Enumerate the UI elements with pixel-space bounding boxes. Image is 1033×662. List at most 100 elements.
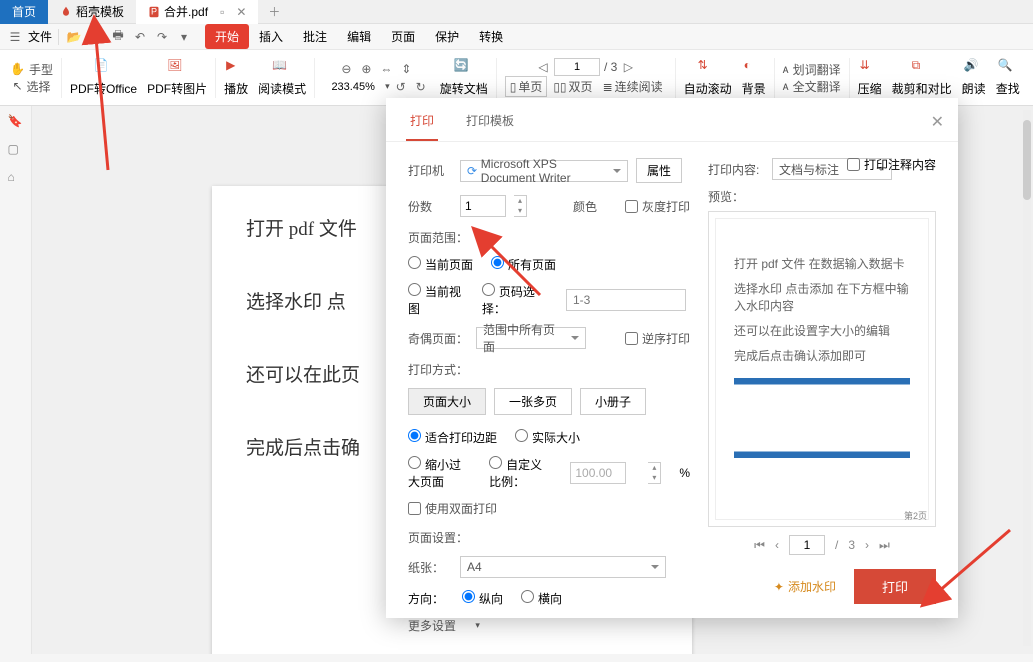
- scrollbar[interactable]: [1023, 110, 1031, 646]
- outline-icon[interactable]: ⌂: [8, 170, 24, 186]
- pdf-to-image-button[interactable]: 🖼PDF转图片: [143, 56, 211, 99]
- mode-booklet[interactable]: 小册子: [580, 388, 646, 415]
- zoom-out-icon[interactable]: ⊖: [337, 60, 355, 78]
- svg-text:P: P: [151, 6, 157, 16]
- open-icon[interactable]: 📂: [65, 28, 83, 46]
- radio-custom-scale[interactable]: 自定义比例：: [489, 456, 552, 490]
- dropdown-icon[interactable]: ▾: [175, 28, 193, 46]
- file-menu[interactable]: 文件: [28, 28, 52, 45]
- menu-tab-annotate[interactable]: 批注: [293, 24, 337, 49]
- first-page-icon[interactable]: ⏮: [754, 538, 765, 553]
- print-mode-title: 打印方式：: [408, 361, 690, 378]
- print-button[interactable]: 打印: [854, 569, 936, 604]
- close-icon[interactable]: ✕: [931, 112, 944, 132]
- page-total: / 3: [604, 60, 617, 74]
- read-mode-button[interactable]: 📖阅读模式: [254, 56, 310, 99]
- full-translate-button[interactable]: ᴀ全文翻译: [783, 78, 841, 95]
- menu-tab-start[interactable]: 开始: [205, 24, 249, 49]
- rotate-doc-button[interactable]: 🔄旋转文档: [436, 56, 492, 99]
- tab-document[interactable]: P 合并.pdf ▫ ✕: [136, 0, 258, 24]
- word-translate-button[interactable]: ᴀ划词翻译: [783, 61, 841, 78]
- play-button[interactable]: ▶播放: [220, 56, 252, 99]
- pager-input[interactable]: [789, 535, 825, 555]
- odd-even-select[interactable]: 范围中所有页面: [476, 327, 586, 349]
- rotate-left-icon[interactable]: ↺: [392, 78, 410, 96]
- compress-button[interactable]: ⇊压缩: [854, 56, 886, 99]
- print-comments-checkbox[interactable]: 打印注释内容: [847, 156, 936, 173]
- scroll-thumb[interactable]: [1023, 120, 1031, 200]
- radio-current-page[interactable]: 当前页面: [408, 256, 473, 273]
- tab-home[interactable]: 首页: [0, 0, 48, 24]
- radio-landscape[interactable]: 横向: [521, 590, 562, 607]
- read-aloud-button[interactable]: 🔊朗读: [958, 56, 990, 99]
- menu-tab-insert[interactable]: 插入: [249, 24, 293, 49]
- scale-input[interactable]: [570, 462, 626, 484]
- page-range-input[interactable]: [566, 289, 686, 311]
- menu-tab-protect[interactable]: 保护: [425, 24, 469, 49]
- mode-multi-page[interactable]: 一张多页: [494, 388, 572, 415]
- radio-all-pages[interactable]: 所有页面: [491, 256, 556, 273]
- page-input[interactable]: [554, 58, 600, 76]
- menu-tab-edit[interactable]: 编辑: [337, 24, 381, 49]
- radio-actual-size[interactable]: 实际大小: [515, 429, 580, 446]
- color-label: 颜色: [573, 198, 617, 215]
- copies-spinner[interactable]: ▴▾: [514, 195, 527, 217]
- undo-icon[interactable]: ↶: [131, 28, 149, 46]
- last-page-icon[interactable]: ⏭: [879, 538, 890, 553]
- close-icon[interactable]: ✕: [236, 5, 246, 19]
- double-page-button[interactable]: ▯▯双页: [549, 76, 596, 97]
- scale-spinner[interactable]: ▴▾: [648, 462, 661, 484]
- radio-current-view[interactable]: 当前视图: [408, 283, 464, 317]
- mode-fit-size[interactable]: 页面大小: [408, 388, 486, 415]
- menu-tab-convert[interactable]: 转换: [469, 24, 513, 49]
- crop-button[interactable]: ⧉裁剪和对比: [888, 56, 956, 99]
- radio-fit-margin[interactable]: 适合打印边距: [408, 429, 497, 446]
- next-page-icon[interactable]: ▷: [619, 58, 637, 76]
- menu-icon[interactable]: ☰: [6, 28, 24, 46]
- radio-portrait[interactable]: 纵向: [462, 590, 503, 607]
- autoscroll-button[interactable]: ⇅自动滚动: [680, 56, 736, 99]
- background-button[interactable]: ◐背景: [738, 56, 770, 99]
- printer-select[interactable]: ⟳ Microsoft XPS Document Writer: [460, 160, 628, 182]
- radio-page-select[interactable]: 页码选择：: [482, 283, 548, 317]
- zoom-dropdown-icon[interactable]: ▾: [385, 81, 390, 92]
- tab-template[interactable]: 稻壳模板: [48, 0, 136, 24]
- zoom-input[interactable]: [323, 81, 383, 93]
- zoom-in-icon[interactable]: ⊕: [357, 60, 375, 78]
- more-settings-toggle[interactable]: 更多设置 ▾: [408, 617, 690, 634]
- properties-button[interactable]: 属性: [636, 158, 682, 183]
- chevron-down-icon: ▾: [475, 620, 480, 631]
- thumbnail-icon[interactable]: ▢: [8, 142, 24, 158]
- redo-icon[interactable]: ↷: [153, 28, 171, 46]
- prev-page-icon[interactable]: ‹: [775, 538, 779, 552]
- add-tab-button[interactable]: ＋: [258, 3, 290, 20]
- radio-shrink-large[interactable]: 缩小过大页面: [408, 456, 471, 490]
- hand-tool[interactable]: ✋手型: [10, 61, 53, 78]
- page-setup-title: 页面设置：: [408, 529, 690, 546]
- fit-page-icon[interactable]: ⇕: [397, 60, 415, 78]
- bookmark-icon[interactable]: 🔖: [8, 114, 24, 130]
- grayscale-checkbox[interactable]: 灰度打印: [625, 198, 690, 215]
- menu-tab-page[interactable]: 页面: [381, 24, 425, 49]
- continuous-button[interactable]: ≣连续阅读: [599, 76, 667, 97]
- duplex-checkbox[interactable]: 使用双面打印: [408, 500, 497, 517]
- rotate-right-icon[interactable]: ↻: [412, 78, 430, 96]
- dialog-tab-print[interactable]: 打印: [406, 112, 438, 141]
- add-watermark-link[interactable]: ✦添加水印: [774, 578, 836, 595]
- copies-input[interactable]: [460, 195, 506, 217]
- next-page-icon[interactable]: ›: [865, 538, 869, 552]
- single-page-button[interactable]: ▯单页: [505, 76, 548, 97]
- select-tool[interactable]: ↖选择: [12, 78, 50, 95]
- dialog-tab-template[interactable]: 打印模板: [462, 112, 518, 141]
- preview-thumbnail: [734, 378, 910, 458]
- pdf-to-office-button[interactable]: 📄PDF转Office: [66, 56, 141, 99]
- preview-text: 还可以在此设置字大小的编辑: [734, 322, 910, 339]
- find-button[interactable]: 🔍查找: [992, 56, 1024, 99]
- paper-select[interactable]: A4: [460, 556, 666, 578]
- print-icon[interactable]: 🖶: [109, 28, 127, 46]
- tab-menu-icon[interactable]: ▫: [220, 5, 224, 19]
- reverse-checkbox[interactable]: 逆序打印: [625, 330, 690, 347]
- fit-width-icon[interactable]: ⇔: [377, 60, 395, 78]
- prev-page-icon[interactable]: ◁: [534, 58, 552, 76]
- save-icon[interactable]: 🖨: [87, 28, 105, 46]
